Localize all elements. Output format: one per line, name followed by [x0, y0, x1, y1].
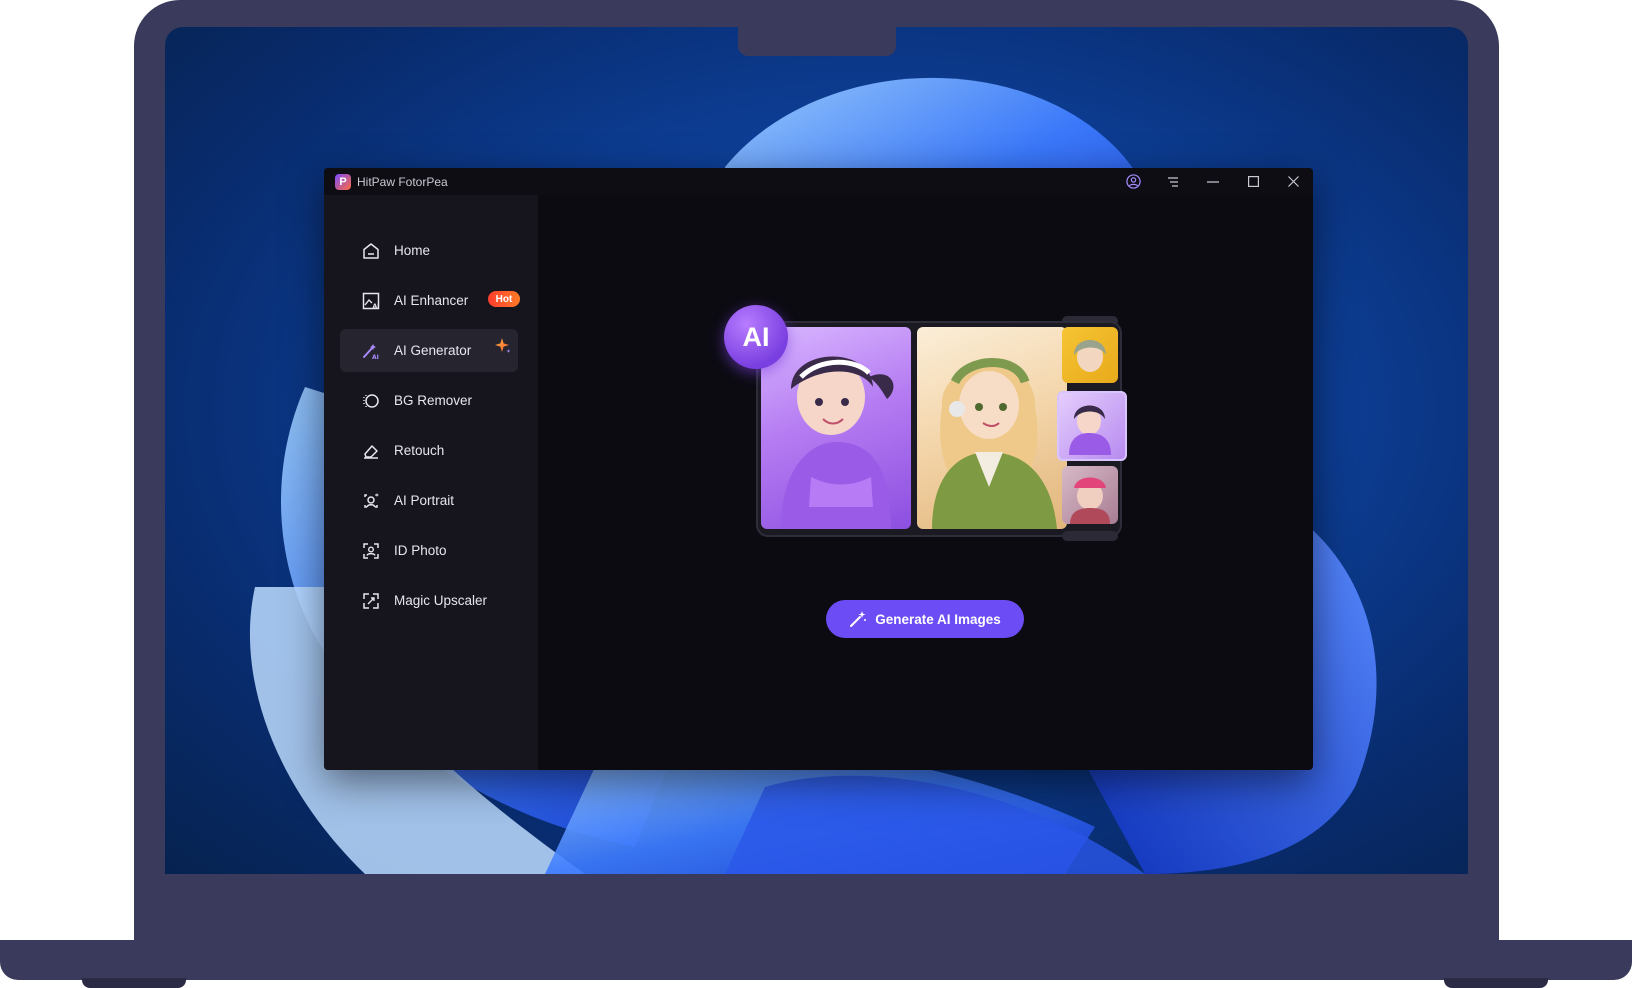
magic-wand-icon [850, 611, 867, 627]
portrait-image-green-coat [917, 327, 1067, 529]
sidebar-item-label: Retouch [394, 443, 445, 458]
window-controls [1113, 168, 1313, 195]
maximize-button[interactable] [1233, 168, 1273, 195]
sidebar-item-label: AI Portrait [394, 493, 455, 508]
sidebar-item-label: Magic Upscaler [394, 593, 488, 608]
camera-notch [738, 26, 896, 56]
ai-portrait-icon [360, 490, 382, 512]
sidebar-item-label: Home [394, 243, 431, 258]
thumbnail-purple-selected [1057, 391, 1127, 461]
upscaler-icon [360, 590, 382, 612]
svg-text:AI: AI [373, 303, 380, 310]
sidebar-item-magic-upscaler[interactable]: Magic Upscaler [340, 579, 518, 622]
laptop-base [0, 940, 1632, 980]
ai-enhancer-icon: AI [360, 290, 382, 312]
close-button[interactable] [1273, 168, 1313, 195]
maximize-icon [1247, 176, 1259, 187]
generate-button-label: Generate AI Images [875, 611, 1001, 627]
account-button[interactable] [1113, 168, 1153, 195]
sparkle-icon [495, 338, 511, 353]
bg-remover-icon [360, 390, 382, 412]
sidebar-item-label: AI Enhancer [394, 293, 469, 308]
svg-text:AI: AI [372, 354, 379, 361]
home-icon [360, 240, 382, 262]
app-window: P HitPaw FotorPea Home AI AI Enhancer AI… [324, 168, 1313, 770]
sidebar-item-bg-remover[interactable]: BG Remover [340, 379, 518, 422]
ai-badge: AI [724, 305, 788, 369]
laptop-foot-right [1444, 978, 1548, 988]
hot-badge: Hot [488, 291, 520, 307]
generate-ai-images-button[interactable]: Generate AI Images [826, 600, 1024, 638]
close-icon [1287, 176, 1299, 187]
minimize-icon [1207, 180, 1219, 183]
menu-button[interactable] [1153, 168, 1193, 195]
sidebar-item-label: ID Photo [394, 543, 447, 558]
app-title: HitPaw FotorPea [357, 174, 448, 189]
account-icon [1125, 174, 1141, 189]
menu-icon [1168, 176, 1178, 187]
thumbnail-stub-bottom [1062, 531, 1118, 541]
ai-generator-icon: AI [360, 340, 382, 362]
sidebar-item-home[interactable]: Home [340, 229, 518, 272]
sidebar: Home AI AI Enhancer AI AI Generator BG R… [324, 195, 538, 770]
sidebar-item-ai-generator[interactable]: AI AI Generator [340, 329, 518, 372]
titlebar: P HitPaw FotorPea [324, 168, 1313, 195]
thumbnail-pink-cap [1062, 466, 1118, 524]
sidebar-item-retouch[interactable]: Retouch [340, 429, 518, 472]
sidebar-item-ai-portrait[interactable]: AI Portrait [340, 479, 518, 522]
laptop-foot-left [82, 978, 186, 988]
sidebar-item-id-photo[interactable]: ID Photo [340, 529, 518, 572]
minimize-button[interactable] [1193, 168, 1233, 195]
thumbnail-yellow [1062, 327, 1118, 383]
id-photo-icon [360, 540, 382, 562]
app-logo-icon: P [335, 173, 351, 190]
portrait-image-purple [761, 327, 911, 529]
eraser-icon [360, 440, 382, 462]
sidebar-item-label: AI Generator [394, 343, 472, 358]
main-area: AI Generate AI Images [538, 195, 1313, 770]
sidebar-item-label: BG Remover [394, 393, 473, 408]
